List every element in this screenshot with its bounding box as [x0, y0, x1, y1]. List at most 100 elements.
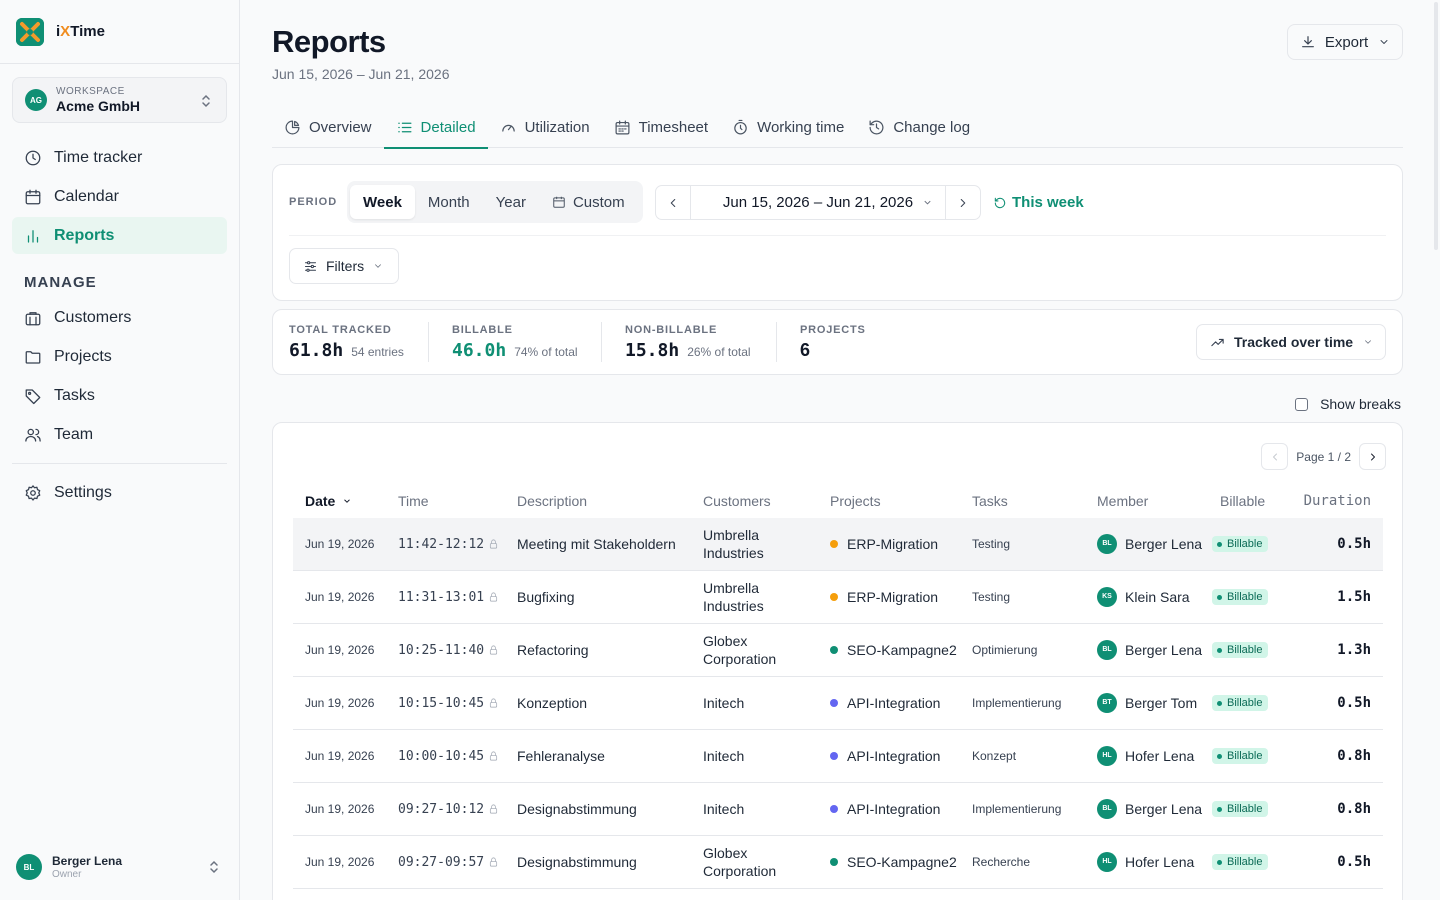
billable-badge: Billable [1212, 801, 1269, 817]
entry-billable-cell: Billable [1212, 571, 1269, 623]
entry-project: API-Integration [847, 695, 941, 711]
entry-member: Berger Lena [1125, 801, 1203, 817]
sort-down-icon [344, 499, 351, 503]
table-row[interactable]: Jun 19, 2026 11:42-12:12 Meeting mit Stake… [293, 518, 1383, 571]
project-color-dot [830, 805, 838, 813]
previous-page-button[interactable] [1261, 443, 1289, 470]
workspace-switcher[interactable]: AG WORKSPACE Acme GmbH [12, 77, 227, 123]
entry-task: Testing [972, 537, 1011, 551]
chevron-down-icon [1365, 340, 1371, 344]
period-week-button[interactable]: Week [350, 185, 415, 219]
nav-projects[interactable]: Projects [12, 338, 227, 375]
column-duration-header[interactable]: Duration [1304, 493, 1371, 509]
stat-non-billable: NON-BILLABLE 15.8h 26% of total [625, 324, 751, 361]
entry-project-cell: SEO-Kampagne2 [830, 836, 960, 888]
tab-utilization[interactable]: Utilization [488, 106, 602, 148]
date-range-dropdown[interactable]: Jun 15, 2026 – Jun 21, 2026 [690, 186, 946, 219]
project-color-dot [830, 646, 838, 654]
column-projects-header[interactable]: Projects [830, 493, 881, 509]
nav-customers[interactable]: Customers [12, 299, 227, 336]
tab-label: Utilization [524, 118, 590, 136]
entry-time-cell: 10:15-10:45 [398, 677, 499, 729]
period-month-button[interactable]: Month [415, 185, 483, 219]
period-year-button[interactable]: Year [483, 185, 539, 219]
entry-description: Bugfixing [517, 589, 575, 605]
entry-description: Designabstimmung [517, 801, 637, 817]
stat-label: TOTAL TRACKED [289, 324, 392, 336]
column-member-header[interactable]: Member [1097, 493, 1148, 509]
period-custom-button[interactable]: Custom [539, 185, 638, 219]
next-period-button[interactable] [946, 186, 980, 219]
billable-badge: Billable [1212, 536, 1269, 552]
table-row[interactable]: Jun 19, 2026 09:27-10:12 Designabstimmung I… [293, 783, 1383, 836]
history-icon [869, 120, 884, 134]
column-billable-header[interactable]: Billable [1220, 493, 1265, 509]
entry-time-cell: 10:00-10:45 [398, 730, 499, 782]
nav-settings[interactable]: Settings [12, 474, 227, 511]
column-time-header[interactable]: Time [398, 493, 429, 509]
entry-time: 11:31-13:01 [398, 589, 485, 605]
column-description-header[interactable]: Description [517, 493, 587, 509]
folder-icon [25, 350, 41, 364]
nav-label: Time tracker [54, 148, 143, 166]
export-button[interactable]: Export [1287, 24, 1403, 60]
billable-dot [1217, 753, 1222, 759]
stat-total-tracked: TOTAL TRACKED 61.8h 54 entries [289, 324, 404, 361]
tab-working-time[interactable]: Working time [720, 106, 856, 148]
entry-member-cell: BL Berger Lena [1097, 783, 1207, 835]
next-page-button[interactable] [1359, 443, 1386, 470]
previous-period-button[interactable] [656, 186, 690, 219]
tab-change-log[interactable]: Change log [856, 106, 982, 148]
table-row[interactable]: Jun 19, 2026 11:31-13:01 Bugfixing Umbrella… [293, 571, 1383, 624]
show-breaks-toggle[interactable]: Show breaks [1295, 396, 1401, 412]
billable-label: Billable [1227, 750, 1263, 762]
brand-name: iXTime [56, 23, 105, 40]
column-customers-header[interactable]: Customers [703, 493, 771, 509]
nav-calendar[interactable]: Calendar [12, 178, 227, 215]
entry-date: Jun 19, 2026 [305, 855, 375, 869]
entry-date: Jun 19, 2026 [305, 696, 375, 710]
billable-dot [1217, 647, 1222, 653]
nav-time-tracker[interactable]: Time tracker [12, 139, 227, 176]
lock-icon [490, 751, 498, 761]
stat-separator [428, 322, 429, 362]
manage-nav: Customers Projects Tasks Team [12, 299, 227, 455]
column-date-header[interactable]: Date [305, 493, 352, 509]
pagination: Page 1 / 2 [1261, 443, 1386, 470]
billable-label: Billable [1227, 856, 1263, 868]
stat-separator [601, 322, 602, 362]
nav-label: Calendar [54, 187, 119, 205]
table-row[interactable]: Jun 19, 2026 10:00-10:45 Fehleranalyse Init… [293, 730, 1383, 783]
table-row[interactable]: Jun 19, 2026 09:27-09:57 Designabstimmung G… [293, 836, 1383, 889]
nav-reports[interactable]: Reports [12, 217, 227, 254]
table-header: Date Time Description Customers Projects… [293, 487, 1383, 517]
user-avatar: BL [16, 854, 42, 880]
table-row[interactable]: Jun 19, 2026 10:15-10:45 Konzeption Initech… [293, 677, 1383, 730]
tab-detailed[interactable]: Detailed [383, 106, 488, 149]
stat-note: 74% of total [514, 345, 578, 359]
nav-tasks[interactable]: Tasks [12, 377, 227, 414]
nav-team[interactable]: Team [12, 416, 227, 453]
entry-date: Jun 19, 2026 [305, 590, 375, 604]
table-row[interactable]: Jun 19, 2026 10:25-11:40 Refactoring Globex… [293, 624, 1383, 677]
filters-button[interactable]: Filters [289, 248, 399, 284]
tab-timesheet[interactable]: Timesheet [602, 106, 720, 148]
entry-customer: Umbrella Industries [703, 580, 764, 614]
this-week-button[interactable]: This week [993, 194, 1084, 211]
chart-view-dropdown[interactable]: Tracked over time [1196, 324, 1386, 360]
nav-label: Settings [54, 483, 112, 501]
entry-member-cell: BT Berger Tom [1097, 677, 1207, 729]
tab-label: Timesheet [638, 118, 709, 136]
user-menu[interactable]: BL Berger Lena Owner [16, 850, 228, 884]
users-icon [25, 428, 41, 442]
chevron-left-icon [1272, 453, 1277, 460]
tab-label: Working time [757, 118, 845, 136]
brand[interactable]: iXTime [0, 0, 239, 64]
tab-overview[interactable]: Overview [272, 106, 384, 148]
billable-badge: Billable [1212, 589, 1269, 605]
scrollbar-thumb[interactable] [1434, 2, 1438, 250]
column-tasks-header[interactable]: Tasks [972, 493, 1008, 509]
show-breaks-checkbox[interactable] [1295, 397, 1309, 411]
entry-time-cell: 09:27-09:57 [398, 836, 499, 888]
lock-icon [490, 539, 498, 549]
